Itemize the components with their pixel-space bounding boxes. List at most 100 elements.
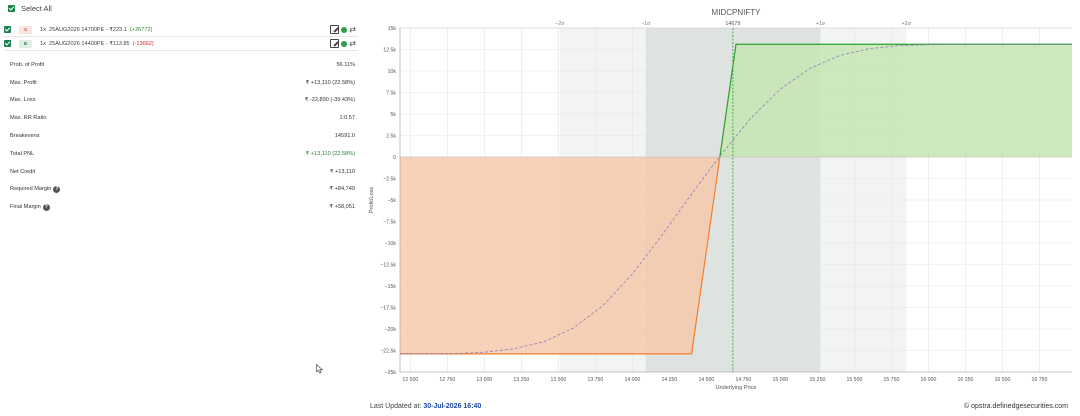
leg-pnl: (+26772) — [129, 26, 153, 33]
metric-row: Required Margin? ₹ +84,749 — [10, 181, 355, 199]
x-tick-label: 16 750 — [1031, 377, 1047, 383]
select-all-label: Select All — [21, 3, 52, 13]
metric-value: 14591.0 — [334, 133, 355, 140]
y-tick-label: 12.5k — [383, 48, 396, 54]
y-tick-label: −10k — [385, 241, 397, 247]
metric-label: Total PNL — [10, 150, 35, 157]
swap-icon[interactable]: ⇄ — [349, 39, 356, 48]
leg-pnl: (-13662) — [132, 40, 154, 47]
metric-label: Breakevens — [10, 133, 40, 140]
x-tick-label: 15 750 — [883, 377, 899, 383]
leg-checkbox[interactable] — [4, 26, 11, 33]
y-tick-label: 7.5k — [386, 91, 396, 97]
y-tick-label: −7.5k — [383, 220, 396, 226]
x-axis-label: Underlying Price — [715, 385, 756, 391]
leg-side-badge[interactable]: S — [19, 25, 32, 34]
x-tick-label: 15 500 — [846, 377, 862, 383]
leg-side-badge[interactable]: B — [19, 39, 32, 48]
strategy-leg[interactable]: B 1x 25AUG2026 14400PE - ₹113.85 (-13662) ⇄ — [4, 37, 358, 51]
metric-row: Final Margin? ₹ +58,051 — [10, 198, 355, 216]
metric-row: Max. Profit ₹ +13,110 (22.58%) — [10, 74, 355, 92]
spot-label: 14679 — [725, 21, 740, 27]
metric-label: Final Margin — [10, 204, 41, 211]
x-tick-label: 15 000 — [772, 377, 788, 383]
metric-value: ₹ +13,110 (22.58%) — [305, 150, 355, 157]
edit-icon[interactable] — [330, 25, 340, 34]
y-tick-label: 15k — [388, 26, 397, 32]
metrics-table: Prob. of Profit 56.11% Max. Profit ₹ +13,11… — [10, 56, 355, 216]
metric-value: ₹ +58,051 — [329, 204, 356, 211]
metric-value: 56.11% — [336, 61, 355, 68]
leg-contract: 25AUG2026 14400PE — [49, 40, 105, 47]
metric-label: Prob. of Profit — [10, 61, 45, 68]
metric-value: ₹ +13,110 (22.58%) — [305, 79, 355, 86]
metric-label: Required Margin — [10, 186, 52, 193]
sigma-label: −2σ — [555, 21, 565, 27]
x-tick-label: 12 500 — [402, 377, 418, 383]
metric-row: Max. RR Ratio 1:0.57 — [10, 109, 355, 127]
leg-price: - ₹223.1 — [105, 26, 127, 33]
leg-qty: 1x — [40, 40, 46, 47]
y-tick-label: −2.5k — [383, 177, 396, 183]
x-tick-label: 13 250 — [513, 377, 529, 383]
y-tick-label: 5k — [391, 112, 397, 118]
metric-value: ₹ +84,749 — [329, 186, 356, 193]
swap-icon[interactable]: ⇄ — [349, 25, 356, 34]
x-tick-label: 14 250 — [661, 377, 677, 383]
x-tick-label: 13 750 — [587, 377, 603, 383]
x-tick-label: 15 250 — [809, 377, 825, 383]
x-tick-label: 16 000 — [920, 377, 936, 383]
help-icon[interactable]: ? — [42, 203, 50, 211]
metric-label: Max. Loss — [10, 97, 36, 104]
leg-contract: 25AUG2026 14700PE — [49, 26, 105, 33]
profit-area — [719, 44, 1072, 158]
y-tick-label: −15k — [385, 284, 397, 290]
y-tick-label: −5k — [387, 198, 396, 204]
y-tick-label: −17.5k — [380, 306, 396, 312]
help-icon[interactable]: ? — [53, 185, 61, 193]
leg-qty: 1x — [40, 26, 46, 33]
chart-title: MIDCPNIFTY — [712, 8, 762, 17]
select-all-checkbox[interactable] — [8, 4, 15, 12]
sigma-label: +1σ — [816, 21, 826, 27]
metric-value: ₹ -22,890 (-39.43%) — [304, 97, 355, 104]
y-tick-label: −22.5k — [380, 349, 396, 355]
metric-label: Max. Profit — [10, 79, 37, 86]
strategy-leg[interactable]: S 1x 25AUG2026 14700PE - ₹223.1 (+26772) ⇄ — [4, 23, 358, 37]
status-dot-icon[interactable] — [341, 40, 348, 47]
sigma-label: +2σ — [902, 21, 912, 27]
loss-area — [400, 157, 720, 354]
x-tick-label: 12 750 — [439, 377, 455, 383]
metric-label: Net Credit — [10, 168, 36, 175]
payoff-chart: 12 500 12 750 13 000 13 250 13 500 13 750 14 0… — [369, 8, 1072, 391]
y-tick-label: 2.5k — [386, 134, 396, 140]
metric-value: 1:0.57 — [339, 115, 355, 122]
y-tick-label: −12.5k — [380, 263, 396, 269]
x-tick-label: 14 500 — [698, 377, 714, 383]
x-tick-label: 13 000 — [476, 377, 492, 383]
leg-price: - ₹113.85 — [105, 40, 130, 47]
x-tick-label: 16 500 — [994, 377, 1010, 383]
y-tick-label: 0 — [393, 155, 396, 161]
sigma-label: −1σ — [641, 21, 651, 27]
y-tick-label: −20k — [385, 327, 397, 333]
x-tick-label: 13 500 — [550, 377, 566, 383]
select-all[interactable]: Select All — [8, 3, 52, 13]
metric-row: Prob. of Profit 56.11% — [10, 56, 355, 74]
metric-row: Net Credit ₹ +13,110 — [10, 163, 355, 181]
last-updated-value: 30-Jul-2026 16:40 — [423, 403, 482, 410]
leg-checkbox[interactable] — [4, 40, 11, 47]
status-dot-icon[interactable] — [341, 26, 348, 33]
x-tick-label: 14 750 — [735, 377, 751, 383]
mouse-cursor-icon — [316, 364, 324, 374]
x-tick-label: 16 250 — [957, 377, 973, 383]
last-updated-label: Last Updated at: — [370, 403, 422, 410]
edit-icon[interactable] — [330, 39, 340, 48]
x-tick-label: 14 000 — [624, 377, 640, 383]
site-credit: © opstra.definedgesecurities.com — [964, 403, 1068, 410]
last-updated: Last Updated at: 30-Jul-2026 16:40 — [370, 403, 481, 410]
metric-row: Total PNL ₹ +13,110 (22.58%) — [10, 145, 355, 163]
metric-value: ₹ +13,110 — [329, 168, 355, 175]
y-tick-label: −25k — [385, 370, 397, 376]
metric-row: Max. Loss ₹ -22,890 (-39.43%) — [10, 92, 355, 110]
